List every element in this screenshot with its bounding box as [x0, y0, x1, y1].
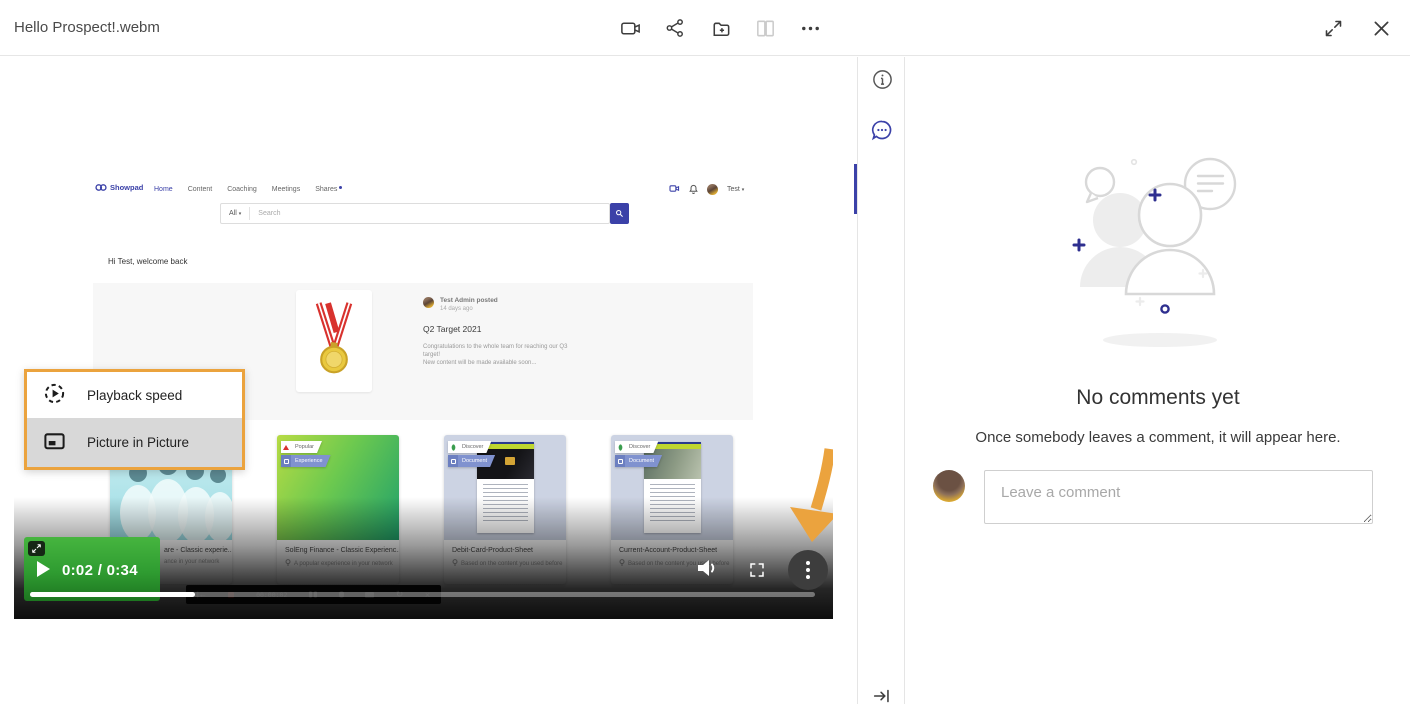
fullscreen-icon	[748, 563, 766, 582]
video-content-nav-links: Home Content Coaching Meetings Shares	[154, 178, 343, 201]
announcement-post: Test Admin posted 14 days ago Q2 Target …	[423, 297, 723, 367]
user-menu: Test ▾	[727, 186, 745, 193]
discover-badge: Discover	[615, 441, 658, 453]
window-controls	[1320, 0, 1394, 56]
search-button	[610, 203, 629, 224]
comments-icon	[870, 118, 894, 145]
toolbar	[617, 0, 823, 56]
current-user-avatar	[933, 470, 965, 502]
empty-state-subtitle: Once somebody leaves a comment, it will …	[975, 429, 1341, 446]
share-button[interactable]	[662, 15, 688, 41]
add-to-collection-icon	[709, 17, 732, 40]
greeting-text: Hi Test, welcome back	[108, 257, 188, 266]
medal-icon	[305, 295, 363, 388]
empty-state-title: No comments yet	[1076, 386, 1240, 409]
document-badge: Document	[448, 455, 495, 467]
more-options-button[interactable]	[797, 15, 823, 41]
discover-icon	[448, 441, 458, 453]
camera-icon	[669, 184, 680, 195]
search-filter-dropdown: All ▾	[221, 207, 251, 220]
notification-dot	[339, 186, 343, 189]
picture-in-picture-icon	[43, 430, 66, 456]
nav-home: Home	[154, 186, 173, 193]
popular-badge: Popular	[281, 441, 322, 453]
more-options-icon	[799, 17, 822, 40]
post-body: Congratulations to the whole team for re…	[423, 344, 568, 366]
medal-image-card	[296, 290, 372, 392]
nav-coaching: Coaching	[227, 186, 257, 193]
fullscreen-button[interactable]	[748, 561, 766, 582]
tab-comments[interactable]	[870, 119, 894, 143]
video-content-navbar: Showpad Home Content Coaching Meetings S…	[14, 178, 833, 201]
document-icon	[615, 455, 625, 467]
file-title: Hello Prospect!.webm	[14, 19, 160, 36]
brand-name: Showpad	[110, 183, 144, 192]
experience-icon	[281, 455, 291, 467]
info-icon	[871, 68, 894, 94]
close-icon	[1371, 18, 1392, 39]
play-button[interactable]	[37, 561, 50, 577]
collapse-panel-icon	[871, 685, 893, 704]
player-more-options-button[interactable]	[788, 550, 828, 590]
add-to-collection-button[interactable]	[707, 15, 733, 41]
viewer-window: Hello Prospect!.webm Showpad Home Conten…	[0, 0, 1410, 704]
search-box: All ▾ Search	[220, 203, 610, 224]
collapse-panel-button[interactable]	[870, 685, 894, 704]
post-time-ago: 14 days ago	[440, 306, 473, 312]
seek-bar[interactable]	[30, 592, 815, 597]
no-comments-illustration	[1072, 157, 1237, 347]
document-icon	[448, 455, 458, 467]
nav-meetings: Meetings	[271, 186, 301, 193]
time-display: 0:02 / 0:34	[62, 562, 138, 579]
nav-content: Content	[187, 186, 213, 193]
search-icon	[615, 205, 624, 223]
active-tab-indicator	[854, 164, 857, 214]
bell-icon	[689, 184, 698, 196]
top-bar: Hello Prospect!.webm	[0, 0, 1410, 56]
popular-icon	[281, 441, 291, 453]
discover-badge: Discover	[448, 441, 491, 453]
video-content-search-row: All ▾ Search	[14, 201, 833, 227]
comment-composer	[933, 470, 1373, 524]
picture-in-picture-menu-item[interactable]: Picture in Picture	[27, 418, 242, 467]
post-title: Q2 Target 2021	[423, 324, 482, 334]
volume-icon	[695, 560, 719, 583]
tab-info[interactable]	[870, 69, 894, 93]
comment-input[interactable]	[984, 470, 1373, 524]
split-view-icon	[754, 17, 777, 40]
video-content-nav-right: Test ▾	[669, 178, 744, 201]
close-button[interactable]	[1368, 15, 1394, 41]
document-badge: Document	[615, 455, 662, 467]
split-view-button[interactable]	[752, 15, 778, 41]
expand-button[interactable]	[1320, 15, 1346, 41]
search-placeholder: Search	[258, 210, 281, 217]
comments-panel: No comments yet Once somebody leaves a c…	[906, 57, 1410, 704]
share-icon	[664, 17, 686, 39]
seek-bar-progress	[30, 592, 195, 597]
post-author-avatar	[423, 297, 434, 308]
nav-shares: Shares	[315, 186, 343, 193]
volume-button[interactable]	[695, 556, 719, 583]
post-author: Test Admin posted	[440, 297, 498, 304]
discover-icon	[615, 441, 625, 453]
video-camera-icon	[619, 17, 642, 40]
kebab-icon	[806, 561, 810, 579]
playback-speed-icon	[43, 382, 66, 408]
showpad-logo: Showpad	[95, 183, 143, 192]
record-video-button[interactable]	[617, 15, 643, 41]
expand-icon	[1323, 18, 1344, 39]
experience-badge: Experience	[281, 455, 331, 467]
user-avatar	[707, 184, 718, 195]
mini-expand-icon	[28, 541, 45, 556]
playback-speed-menu-item[interactable]: Playback speed	[27, 372, 242, 418]
video-player[interactable]: Showpad Home Content Coaching Meetings S…	[14, 57, 833, 619]
panel-tab-strip	[857, 57, 905, 704]
player-options-menu: Playback speed Picture in Picture	[24, 369, 245, 470]
